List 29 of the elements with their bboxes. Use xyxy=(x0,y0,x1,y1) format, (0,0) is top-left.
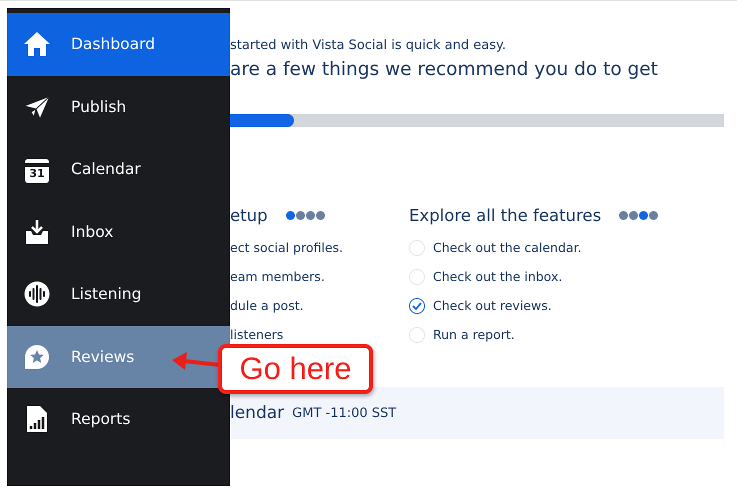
task-checkbox[interactable] xyxy=(409,298,425,314)
task-label: dule a post. xyxy=(230,298,304,313)
task-label: eam members. xyxy=(230,269,325,284)
task-label: ect social profiles. xyxy=(230,240,344,255)
calendar-icon: 31 xyxy=(25,159,49,184)
task-label: Check out the calendar. xyxy=(433,240,582,255)
check-icon xyxy=(412,302,422,310)
calendar-title: lendar xyxy=(230,403,284,423)
section-title: etup xyxy=(230,206,268,225)
sound-wave-icon xyxy=(24,281,50,308)
timezone-label: GMT -11:00 SST xyxy=(292,406,396,420)
section-title: Explore all the features xyxy=(409,206,602,225)
task-label: Run a report. xyxy=(433,327,515,342)
star-bubble-icon xyxy=(24,344,50,370)
sidebar-item[interactable]: 31 Calendar xyxy=(7,138,230,200)
intro-text: started with Vista Social is quick and easy. xyxy=(230,38,507,53)
sidebar-item[interactable]: Publish xyxy=(7,76,230,138)
sidebar-item[interactable]: Listening xyxy=(7,263,230,326)
inbox-icon xyxy=(23,218,51,245)
sidebar-item[interactable]: Dashboard xyxy=(7,13,230,76)
sidebar-item[interactable]: Reviews xyxy=(7,326,230,388)
heading: are a few things we recommend you do to get xyxy=(230,59,659,80)
home-icon xyxy=(23,31,51,58)
sidebar-item[interactable]: Inbox xyxy=(7,200,230,263)
task-label: listeners xyxy=(230,327,284,342)
task-label: Check out the inbox. xyxy=(433,269,562,284)
report-icon xyxy=(26,405,48,434)
callout-label: Go here xyxy=(218,344,373,394)
task-label: Check out reviews. xyxy=(433,298,552,313)
